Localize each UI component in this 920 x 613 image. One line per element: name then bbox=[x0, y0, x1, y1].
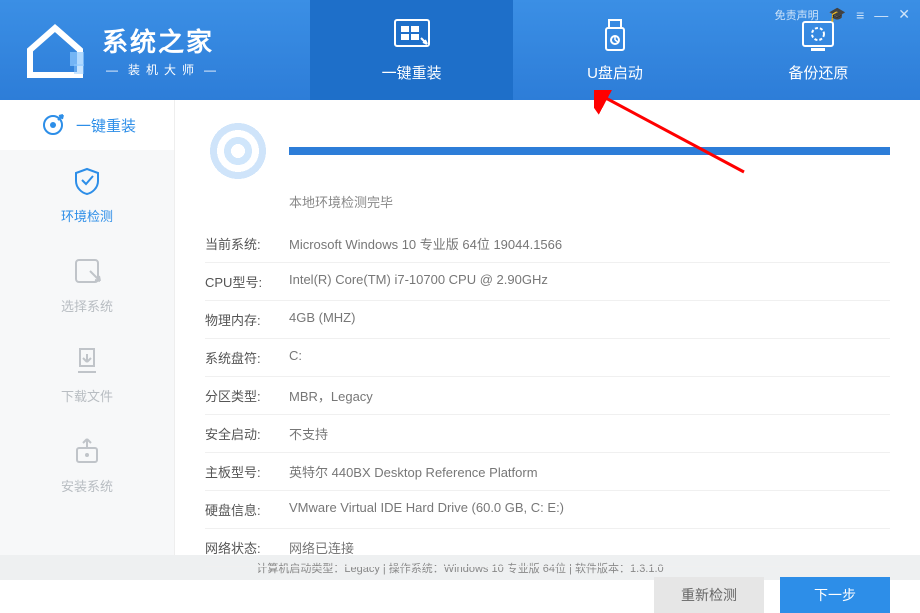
brand-subtitle: 装机大师 bbox=[102, 61, 226, 78]
menu-icon[interactable]: ≡ bbox=[856, 7, 864, 23]
disclaimer-link[interactable]: 免责声明 bbox=[775, 7, 819, 23]
tab-reinstall[interactable]: 一键重装 bbox=[310, 0, 513, 100]
info-list: 当前系统:Microsoft Windows 10 专业版 64位 19044.… bbox=[205, 225, 890, 567]
info-row: CPU型号:Intel(R) Core(TM) i7-10700 CPU @ 2… bbox=[205, 263, 890, 301]
info-label: 物理内存: bbox=[205, 310, 289, 329]
sidebar-item-install[interactable]: 安装系统 bbox=[0, 420, 174, 510]
windows-icon bbox=[391, 18, 433, 54]
sidebar-item-label: 环境检测 bbox=[61, 206, 113, 225]
download-icon bbox=[72, 346, 102, 376]
info-label: 安全启动: bbox=[205, 424, 289, 443]
tab-label: U盘启动 bbox=[587, 62, 643, 83]
sidebar-item-label: 一键重装 bbox=[76, 115, 136, 136]
target-icon bbox=[38, 110, 68, 140]
info-label: 网络状态: bbox=[205, 538, 289, 557]
info-label: 分区类型: bbox=[205, 386, 289, 405]
info-value: Microsoft Windows 10 专业版 64位 19044.1566 bbox=[289, 234, 890, 253]
info-label: 主板型号: bbox=[205, 462, 289, 481]
info-value: VMware Virtual IDE Hard Drive (60.0 GB, … bbox=[289, 500, 890, 519]
close-icon[interactable]: ✕ bbox=[898, 6, 910, 23]
sidebar-item-detect[interactable]: 环境检测 bbox=[0, 150, 174, 240]
tab-label: 备份还原 bbox=[788, 62, 848, 83]
sidebar-item-select[interactable]: 选择系统 bbox=[0, 240, 174, 330]
info-row: 分区类型:MBR，Legacy bbox=[205, 377, 890, 415]
progress-text: 本地环境检测完毕 bbox=[289, 192, 890, 211]
select-icon bbox=[72, 256, 102, 286]
info-label: 硬盘信息: bbox=[205, 500, 289, 519]
sidebar-item-reinstall[interactable]: 一键重装 bbox=[0, 100, 174, 150]
brand-title: 系统之家 bbox=[102, 22, 226, 59]
info-label: 当前系统: bbox=[205, 234, 289, 253]
graduation-icon[interactable]: 🎓 bbox=[829, 6, 846, 23]
radar-icon bbox=[205, 118, 271, 184]
info-row: 当前系统:Microsoft Windows 10 专业版 64位 19044.… bbox=[205, 225, 890, 263]
info-row: 网络状态:网络已连接 bbox=[205, 529, 890, 567]
sidebar-item-label: 安装系统 bbox=[61, 476, 113, 495]
info-row: 主板型号:英特尔 440BX Desktop Reference Platfor… bbox=[205, 453, 890, 491]
info-value: 4GB (MHZ) bbox=[289, 310, 890, 329]
sidebar-item-label: 下载文件 bbox=[61, 386, 113, 405]
info-value: 不支持 bbox=[289, 424, 890, 443]
info-value: MBR，Legacy bbox=[289, 386, 890, 405]
info-value: 网络已连接 bbox=[289, 538, 890, 557]
minimize-icon[interactable]: — bbox=[874, 7, 888, 23]
logo-icon bbox=[20, 20, 90, 80]
body: 一键重装 环境检测 选择系统 下载文件 安装系统 bbox=[0, 100, 920, 555]
title-controls: 免责声明 🎓 ≡ — ✕ bbox=[775, 6, 910, 23]
recheck-button[interactable]: 重新检测 bbox=[654, 577, 764, 613]
tab-usb-boot[interactable]: U盘启动 bbox=[513, 0, 716, 100]
usb-icon bbox=[594, 18, 636, 54]
logo-area: 系统之家 装机大师 bbox=[0, 0, 310, 100]
info-row: 系统盘符:C: bbox=[205, 339, 890, 377]
sidebar-item-download[interactable]: 下载文件 bbox=[0, 330, 174, 420]
info-label: CPU型号: bbox=[205, 272, 289, 291]
header: 系统之家 装机大师 一键重装 U盘启动 备份还原 免责声明 🎓 ≡ — ✕ bbox=[0, 0, 920, 100]
install-icon bbox=[72, 436, 102, 466]
info-value: 英特尔 440BX Desktop Reference Platform bbox=[289, 462, 890, 481]
progress-bar bbox=[289, 147, 890, 155]
info-value: Intel(R) Core(TM) i7-10700 CPU @ 2.90GHz bbox=[289, 272, 890, 291]
info-row: 安全启动:不支持 bbox=[205, 415, 890, 453]
info-label: 系统盘符: bbox=[205, 348, 289, 367]
tab-label: 一键重装 bbox=[382, 62, 442, 83]
info-row: 物理内存:4GB (MHZ) bbox=[205, 301, 890, 339]
sidebar-item-label: 选择系统 bbox=[61, 296, 113, 315]
actions: 重新检测 下一步 bbox=[205, 577, 890, 613]
next-button[interactable]: 下一步 bbox=[780, 577, 890, 613]
info-value: C: bbox=[289, 348, 890, 367]
shield-icon bbox=[72, 166, 102, 196]
main-panel: 本地环境检测完毕 当前系统:Microsoft Windows 10 专业版 6… bbox=[175, 100, 920, 555]
progress-area bbox=[205, 118, 890, 184]
info-row: 硬盘信息:VMware Virtual IDE Hard Drive (60.0… bbox=[205, 491, 890, 529]
sidebar: 一键重装 环境检测 选择系统 下载文件 安装系统 bbox=[0, 100, 175, 555]
